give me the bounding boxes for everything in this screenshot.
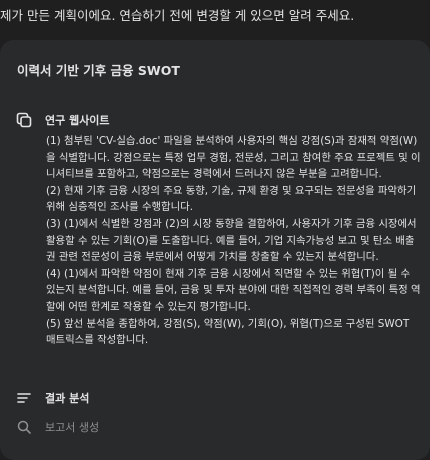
analyze-results-icon [17, 393, 31, 403]
step-research-websites: 연구 웹사이트 [45, 114, 110, 127]
research-item: (1) 첨부된 'CV-실습.doc' 파일을 분석하여 사용자의 핵심 강점(… [46, 135, 421, 181]
research-web-icon [16, 112, 32, 128]
plan-title: 이력서 기반 기후 금융 SWOT [17, 63, 180, 78]
step-analyze-results: 결과 분석 [45, 392, 90, 405]
step-generate-report: 보고서 생성 [45, 421, 100, 434]
research-item: (3) (1)에서 식별한 강점과 (2)의 시장 동향을 결합하여, 사용자가… [46, 217, 417, 264]
generate-report-icon [17, 420, 31, 434]
intro-message: 제가 만든 계획이에요. 연습하기 전에 변경할 게 있으면 알려 주세요. [0, 8, 355, 23]
research-plan-card: 이력서 기반 기후 금융 SWOT 연구 웹사이트 (1) 첨부된 'CV-실습… [0, 40, 430, 460]
research-item: (4) (1)에서 파악한 약점이 현재 기후 금융 시장에서 직면할 수 있는… [46, 267, 421, 313]
research-steps: (1) 첨부된 'CV-실습.doc' 파일을 분석하여 사용자의 핵심 강점(… [46, 133, 422, 349]
research-item: (2) 현재 기후 금융 시장의 주요 동향, 기술, 규제 환경 및 요구되는… [46, 184, 417, 214]
research-item: (5) 앞선 분석을 종합하여, 강점(S), 약점(W), 기회(O), 위협… [46, 317, 410, 347]
